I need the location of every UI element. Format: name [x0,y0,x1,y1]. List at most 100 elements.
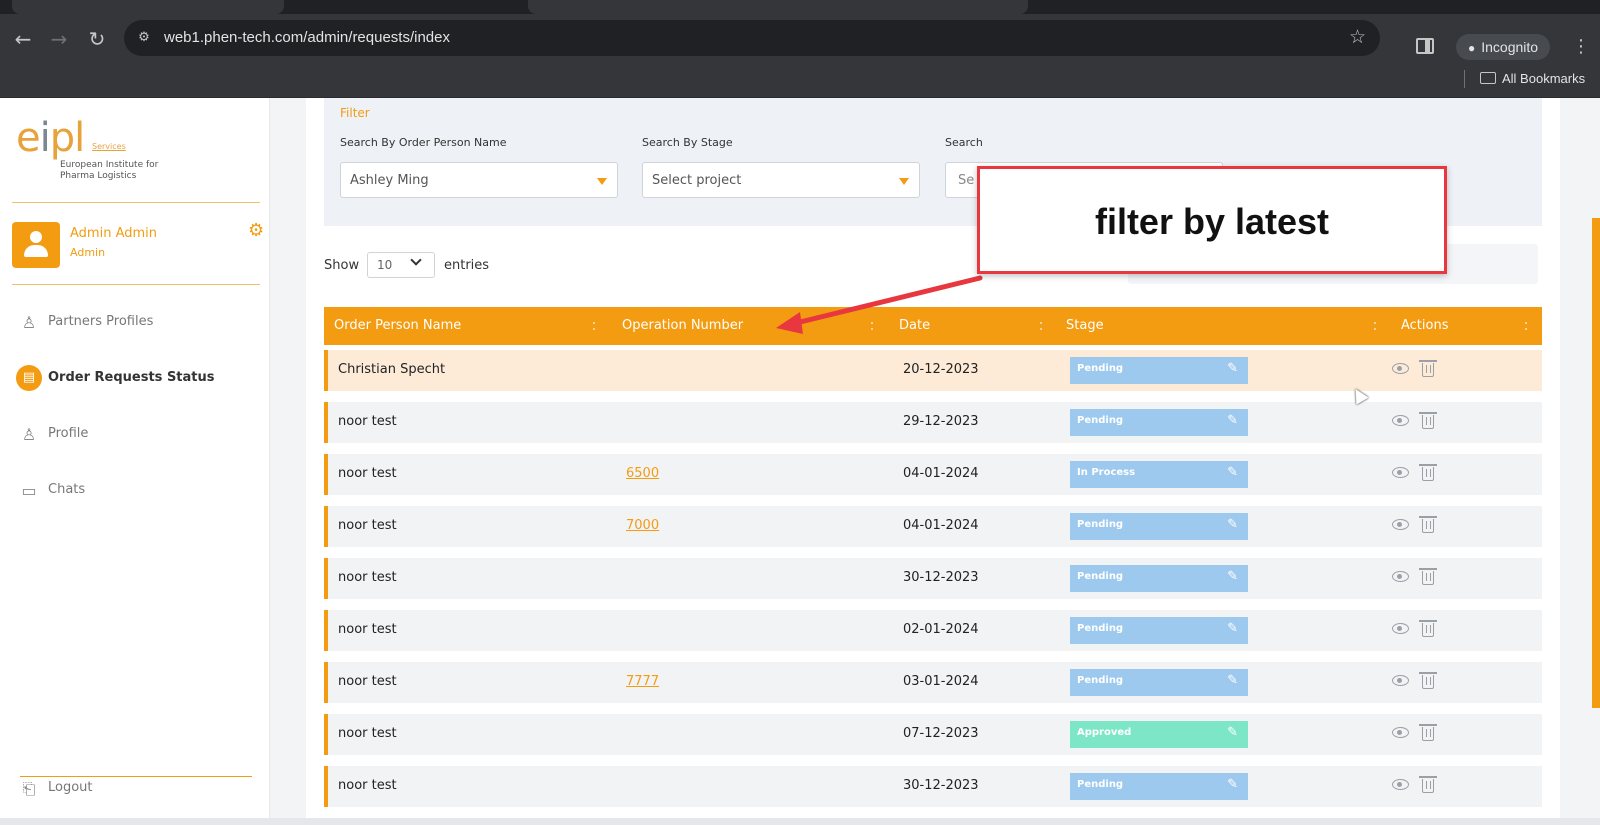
incognito-badge[interactable]: ● Incognito [1456,34,1551,60]
delete-icon[interactable] [1419,464,1437,481]
table-row[interactable]: noor test 30-12-2023 Pending ✎ [324,558,1542,599]
view-icon[interactable] [1392,415,1409,426]
view-icon[interactable] [1392,727,1409,738]
table-header: Order Person Name Operation Number Date … [324,307,1542,345]
entries-label: entries [444,258,490,273]
view-icon[interactable] [1392,363,1409,374]
delete-icon[interactable] [1419,620,1437,637]
browser-menu-icon[interactable]: ⋮ [1572,38,1590,56]
view-icon[interactable] [1392,779,1409,790]
delete-icon[interactable] [1419,776,1437,793]
sidebar-item-profile[interactable]: ♙ Profile [16,420,256,450]
sort-icon[interactable] [870,320,876,332]
view-icon[interactable] [1392,675,1409,686]
annotation-callout: filter by latest [977,166,1447,274]
stage-badge[interactable]: Pending ✎ [1070,773,1248,800]
delete-icon[interactable] [1419,672,1437,689]
reload-icon[interactable]: ↻ [84,26,110,52]
cell-operation-number[interactable]: 7000 [626,518,659,533]
column-header-date[interactable]: Date [899,318,930,333]
stage-badge[interactable]: Pending ✎ [1070,669,1248,696]
browser-tab[interactable] [12,0,284,14]
search-placeholder: Se [958,173,975,188]
logout-button[interactable]: ⎗ Logout [16,774,256,804]
all-bookmarks-button[interactable]: All Bookmarks [1480,69,1585,89]
edit-icon[interactable]: ✎ [1227,517,1238,532]
browser-tab[interactable] [528,0,1028,14]
edit-icon[interactable]: ✎ [1227,777,1238,792]
annotation-text: filter by latest [1094,201,1330,242]
sort-icon[interactable] [1039,320,1045,332]
stage-badge[interactable]: Pending ✎ [1070,357,1248,384]
edit-icon[interactable]: ✎ [1227,465,1238,480]
table-row[interactable]: noor test 30-12-2023 Pending ✎ [324,766,1542,807]
cell-operation-number[interactable]: 7777 [626,674,659,689]
table-row[interactable]: Christian Specht 20-12-2023 Pending ✎ [324,350,1542,391]
delete-icon[interactable] [1419,724,1437,741]
cell-order-person: noor test [338,414,397,429]
edit-icon[interactable]: ✎ [1227,361,1238,376]
cell-operation-number[interactable]: 6500 [626,466,659,481]
stage-badge[interactable]: Pending ✎ [1070,617,1248,644]
back-icon[interactable]: ← [10,26,36,52]
column-header-order-person[interactable]: Order Person Name [334,318,461,333]
sort-icon[interactable] [1373,320,1379,332]
entries-value: 10 [377,258,393,272]
tab-strip [0,0,1600,14]
request-icon: ▤ [16,365,42,391]
stage-label: In Process [1077,467,1136,478]
stage-badge[interactable]: Pending ✎ [1070,565,1248,592]
table-row[interactable]: noor test 29-12-2023 Pending ✎ [324,402,1542,443]
site-info-icon[interactable]: ⚙ [134,28,154,48]
column-header-operation-number[interactable]: Operation Number [622,318,743,333]
gear-icon[interactable]: ⚙ [248,222,264,240]
logo[interactable]: eipl Services European Institute for Pha… [16,116,166,186]
view-icon[interactable] [1392,623,1409,634]
table-row[interactable]: noor test 7000 04-01-2024 Pending ✎ [324,506,1542,547]
user-card: Admin Admin Admin ⚙ [12,222,264,272]
edit-icon[interactable]: ✎ [1227,413,1238,428]
stage-badge[interactable]: Pending ✎ [1070,409,1248,436]
stage-badge[interactable]: Pending ✎ [1070,513,1248,540]
edit-icon[interactable]: ✎ [1227,725,1238,740]
view-icon[interactable] [1392,519,1409,530]
sidebar-divider [12,202,260,203]
stage-badge[interactable]: Approved ✎ [1070,721,1248,748]
sidebar-item-partners-profiles[interactable]: ♙ Partners Profiles [16,308,256,338]
edit-icon[interactable]: ✎ [1227,569,1238,584]
delete-icon[interactable] [1419,516,1437,533]
side-panel-icon[interactable] [1416,38,1434,54]
forward-icon[interactable]: → [46,26,72,52]
sort-icon[interactable] [1524,320,1530,332]
delete-icon[interactable] [1419,360,1437,377]
edit-icon[interactable]: ✎ [1227,673,1238,688]
view-icon[interactable] [1392,571,1409,582]
browser-toolbar: ← → ↻ ⚙ web1.phen-tech.com/admin/request… [0,14,1600,64]
url-text[interactable]: web1.phen-tech.com/admin/requests/index [164,29,450,46]
search-label: Search [945,136,983,149]
sort-icon[interactable] [592,320,598,332]
stage-filter-select[interactable]: Select project [642,162,920,198]
stage-label: Pending [1077,571,1124,582]
sidebar-item-order-requests-status[interactable]: ▤ Order Requests Status [16,364,256,394]
delete-icon[interactable] [1419,568,1437,585]
table-row[interactable]: noor test 7777 03-01-2024 Pending ✎ [324,662,1542,703]
stage-badge[interactable]: In Process ✎ [1070,461,1248,488]
user-icon: ♙ [21,313,37,332]
cell-date: 20-12-2023 [903,362,979,377]
view-icon[interactable] [1392,467,1409,478]
delete-icon[interactable] [1419,412,1437,429]
edit-icon[interactable]: ✎ [1227,621,1238,636]
cell-order-person: noor test [338,778,397,793]
address-bar[interactable]: ⚙ web1.phen-tech.com/admin/requests/inde… [124,20,1380,56]
table-row[interactable]: noor test 6500 04-01-2024 In Process ✎ [324,454,1542,495]
column-header-stage[interactable]: Stage [1066,318,1104,333]
scrollbar[interactable] [1592,218,1600,708]
order-person-select[interactable]: Ashley Ming [340,162,618,198]
entries-select[interactable]: 10 [367,252,435,278]
cell-date: 07-12-2023 [903,726,979,741]
sidebar-item-chats[interactable]: ▭ Chats [16,476,256,506]
bookmark-star-icon[interactable]: ☆ [1349,26,1366,48]
table-row[interactable]: noor test 02-01-2024 Pending ✎ [324,610,1542,651]
table-row[interactable]: noor test 07-12-2023 Approved ✎ [324,714,1542,755]
